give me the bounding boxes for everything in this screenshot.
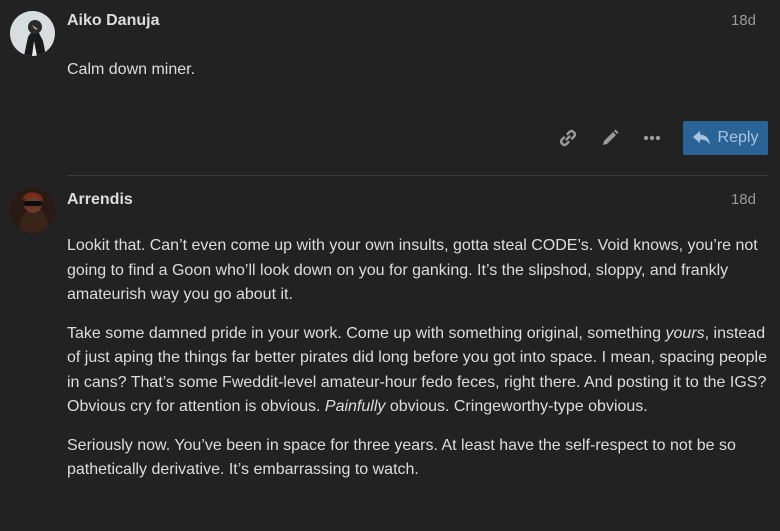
post-date[interactable]: 18d bbox=[731, 12, 756, 29]
post-paragraph: Take some damned pride in your work. Com… bbox=[67, 324, 768, 416]
post-aiko-danuja: Aiko Danuja 18d Calm down miner. Reply bbox=[0, 0, 780, 176]
avatar[interactable] bbox=[10, 11, 55, 56]
post-body: Calm down miner. bbox=[67, 58, 767, 97]
post-paragraph: Lookit that. Can’t even come up with you… bbox=[67, 237, 758, 303]
link-icon[interactable] bbox=[549, 121, 587, 155]
emphasis: yours bbox=[665, 324, 705, 342]
post-paragraph: Seriously now. You’ve been in space for … bbox=[67, 436, 736, 479]
reply-icon bbox=[692, 130, 710, 145]
ellipsis-icon[interactable] bbox=[633, 121, 671, 155]
post-actions: Reply bbox=[545, 121, 768, 155]
pencil-icon[interactable] bbox=[591, 121, 629, 155]
post-paragraph: Calm down miner. bbox=[67, 61, 196, 78]
reply-label: Reply bbox=[717, 129, 759, 146]
post-body: Lookit that. Can’t even come up with you… bbox=[67, 234, 767, 497]
username[interactable]: Aiko Danuja bbox=[67, 12, 159, 30]
post-date[interactable]: 18d bbox=[731, 191, 756, 208]
post-arrendis: Arrendis 18d Lookit that. Can’t even com… bbox=[0, 176, 780, 531]
reply-button[interactable]: Reply bbox=[683, 121, 768, 155]
avatar[interactable] bbox=[10, 188, 55, 233]
username[interactable]: Arrendis bbox=[67, 191, 133, 209]
emphasis: Painfully bbox=[324, 398, 386, 415]
